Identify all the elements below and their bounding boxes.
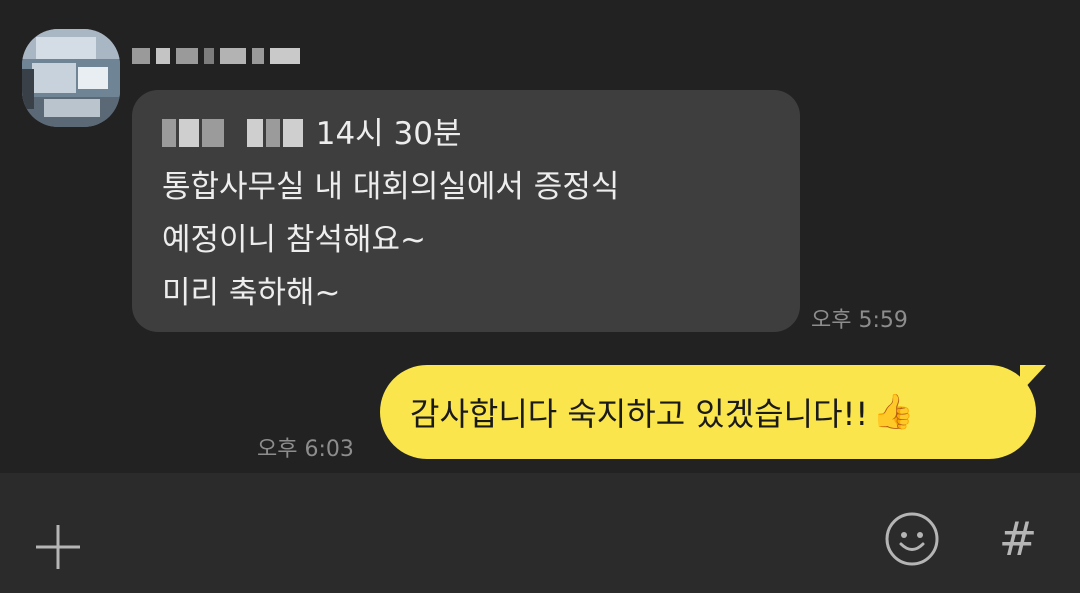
message-line: 미리 축하해~ [162,275,341,311]
message-timestamp: 오후 5:59 [811,308,908,333]
message-line: 14시 30분 [162,108,770,161]
avatar[interactable] [22,29,120,127]
message-line: 통합사무실 내 대회의실에서 증정식 [162,169,620,205]
hash-icon[interactable]: # [990,509,1046,569]
redacted-text [162,118,227,147]
incoming-message-bubble[interactable]: 14시 30분 통합사무실 내 대회의실에서 증정식 예정이니 참석해요~ 미리… [132,90,800,332]
plus-icon[interactable] [34,523,82,571]
chat-area: 14시 30분 통합사무실 내 대회의실에서 증정식 예정이니 참석해요~ 미리… [0,0,1080,473]
message-timestamp: 오후 6:03 [257,437,354,462]
outgoing-message-bubble[interactable]: 감사합니다 숙지하고 있겠습니다!! 👍 [380,365,1046,459]
message-text: 14시 30분 [315,116,462,152]
thumbs-up-icon: 👍 [872,392,915,432]
message-line: 예정이니 참석해요~ [162,222,426,258]
redacted-text [246,118,306,147]
sender-name [132,36,312,76]
input-bar: # [0,473,1080,593]
message-text: 감사합니다 숙지하고 있겠습니다!! [410,395,869,433]
smiley-icon[interactable] [884,511,940,567]
